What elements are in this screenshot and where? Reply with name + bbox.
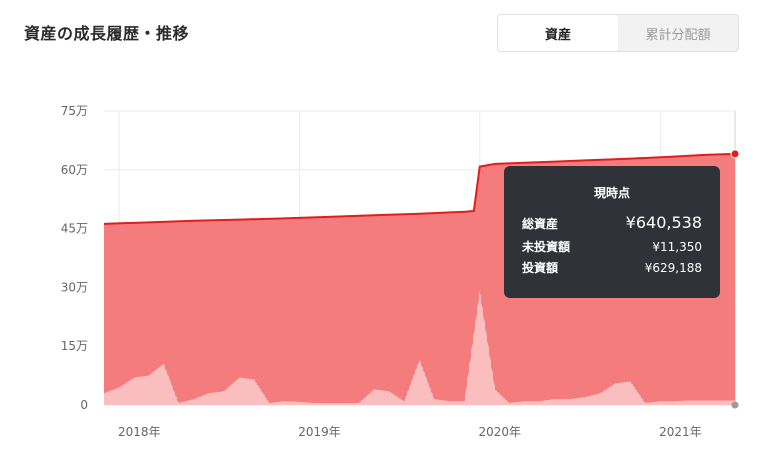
y-tick-label: 75万 bbox=[61, 104, 88, 118]
tooltip-row-invested: 投資額 ¥629,188 bbox=[522, 259, 702, 276]
tooltip-value: ¥640,538 bbox=[625, 213, 702, 232]
x-tick-label: 2021年 bbox=[659, 425, 702, 439]
tooltip-row-total: 総資産 ¥640,538 bbox=[522, 213, 702, 232]
chart-tooltip: 現時点 総資産 ¥640,538 未投資額 ¥11,350 投資額 ¥629,1… bbox=[504, 166, 720, 298]
tooltip-value: ¥629,188 bbox=[644, 261, 702, 275]
tooltip-label: 総資産 bbox=[522, 217, 559, 231]
y-tick-label: 60万 bbox=[61, 163, 88, 177]
y-tick-label: 30万 bbox=[61, 280, 88, 294]
tooltip-label: 投資額 bbox=[522, 261, 559, 275]
x-tick-label: 2020年 bbox=[478, 425, 521, 439]
y-tick-label: 0 bbox=[80, 398, 88, 412]
x-tick-label: 2019年 bbox=[298, 425, 341, 439]
baseline-marker bbox=[731, 401, 739, 409]
tooltip-label: 未投資額 bbox=[522, 240, 571, 254]
x-tick-label: 2018年 bbox=[118, 425, 161, 439]
current-value-marker bbox=[730, 149, 740, 159]
tooltip-row-uninvested: 未投資額 ¥11,350 bbox=[522, 238, 702, 255]
y-tick-label: 15万 bbox=[61, 339, 88, 353]
tooltip-title: 現時点 bbox=[593, 186, 630, 200]
tooltip-value: ¥11,350 bbox=[652, 240, 702, 254]
y-tick-label: 45万 bbox=[61, 222, 88, 236]
